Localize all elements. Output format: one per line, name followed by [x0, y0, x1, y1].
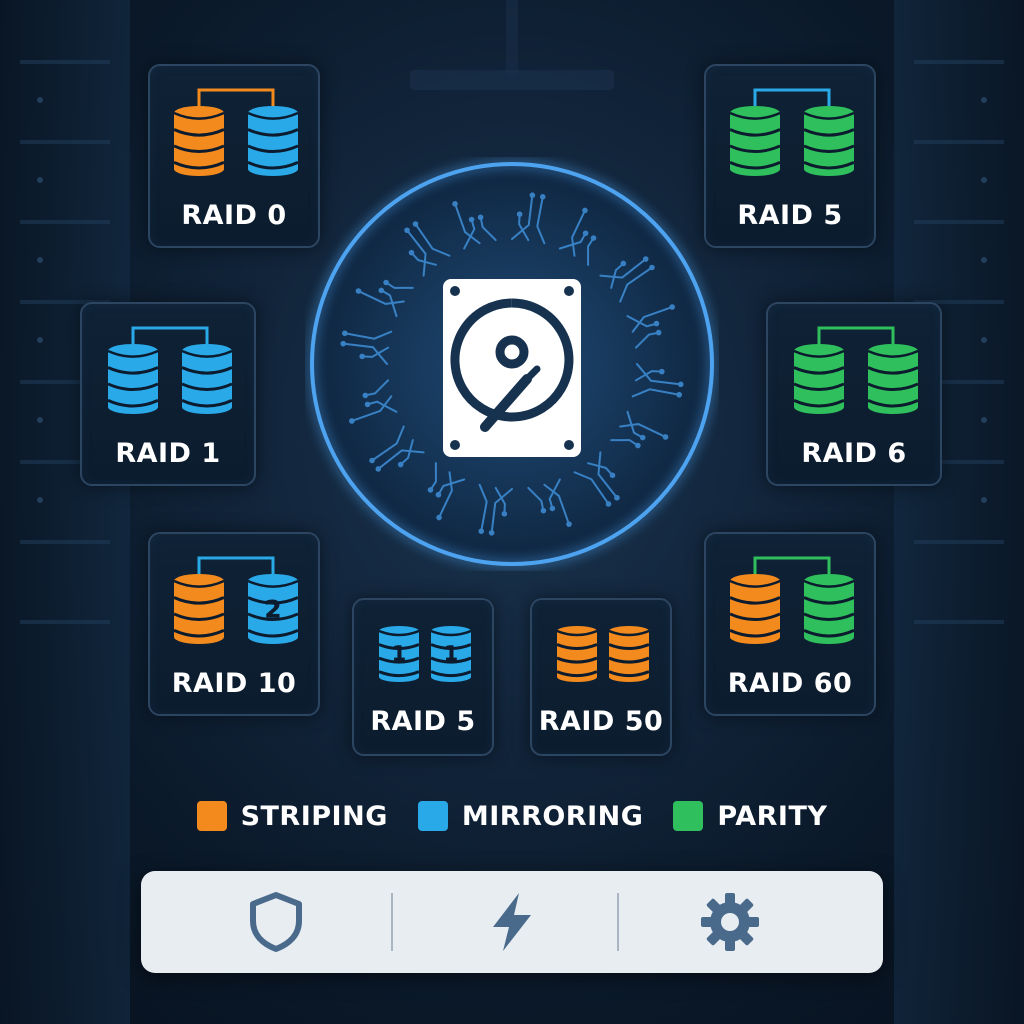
gear-button[interactable]	[697, 889, 763, 955]
raid-1-label: RAID 1	[115, 438, 221, 469]
disk-stack-icon	[173, 106, 225, 176]
raid-6-card[interactable]: RAID 6	[766, 302, 942, 486]
raid-0-card[interactable]: RAID 0	[148, 64, 320, 248]
striping-label: STRIPING	[240, 800, 388, 832]
disk-stack-icon: 1	[430, 626, 472, 682]
raid-6-label: RAID 6	[801, 438, 907, 469]
disk-number-label: 2	[265, 595, 282, 623]
central-disk-hub	[310, 162, 714, 566]
disk-stack-icon	[867, 344, 919, 414]
raid-5-card[interactable]: RAID 5	[704, 64, 876, 248]
disk-stack-icon	[173, 574, 225, 644]
raid-60-label: RAID 60	[727, 668, 853, 699]
disk-stack-icon: 1	[378, 626, 420, 682]
disk-connector	[131, 326, 209, 344]
disk-stack-icon	[247, 106, 299, 176]
disk-stack-icon	[729, 106, 781, 176]
raid-5-small-card[interactable]: 1 1 RAID 5	[352, 598, 494, 756]
disk-stack-icon	[793, 344, 845, 414]
legend-item-striping: STRIPING	[196, 800, 388, 832]
toolbar-divider	[617, 893, 619, 951]
disk-connector	[753, 556, 831, 574]
raid-5-small-label: RAID 5	[370, 706, 476, 737]
toolbar-divider	[391, 893, 393, 951]
striping-swatch	[196, 801, 227, 831]
hard-drive-icon	[443, 279, 581, 457]
raid-5-label: RAID 5	[737, 200, 843, 231]
disk-stack-icon	[803, 106, 855, 176]
lightning-button[interactable]	[479, 889, 545, 955]
disk-stack-icon: 2	[247, 574, 299, 644]
disk-stack-icon	[608, 626, 650, 682]
mirroring-swatch	[417, 801, 448, 831]
disk-stack-icon	[729, 574, 781, 644]
disk-number-label: 1	[392, 642, 406, 666]
legend: STRIPING MIRRORING PARITY	[0, 796, 1024, 836]
parity-swatch	[673, 801, 704, 831]
mirroring-label: MIRRORING	[461, 800, 644, 832]
disk-connector	[197, 88, 275, 106]
raid-60-card[interactable]: RAID 60	[704, 532, 876, 716]
legend-item-parity: PARITY	[673, 801, 827, 832]
raid-10-label: RAID 10	[171, 668, 297, 699]
disk-connector	[817, 326, 895, 344]
raid-0-label: RAID 0	[181, 200, 287, 231]
disk-number-label: 1	[444, 642, 458, 666]
disk-connector	[197, 556, 275, 574]
disk-connector	[753, 88, 831, 106]
shield-icon	[250, 892, 302, 952]
bottom-toolbar	[141, 871, 883, 973]
raid-10-card[interactable]: 2 RAID 10	[148, 532, 320, 716]
raid-1-card[interactable]: RAID 1	[80, 302, 256, 486]
gear-icon	[701, 893, 759, 951]
legend-item-mirroring: MIRRORING	[417, 800, 644, 832]
disk-stack-icon	[107, 344, 159, 414]
lightning-icon	[493, 893, 531, 951]
disk-stack-icon	[181, 344, 233, 414]
raid-50-card[interactable]: RAID 50	[530, 598, 672, 756]
disk-stack-icon	[556, 626, 598, 682]
shield-button[interactable]	[243, 889, 309, 955]
disk-stack-icon	[803, 574, 855, 644]
raid-50-label: RAID 50	[538, 706, 664, 737]
parity-label: PARITY	[717, 800, 828, 832]
